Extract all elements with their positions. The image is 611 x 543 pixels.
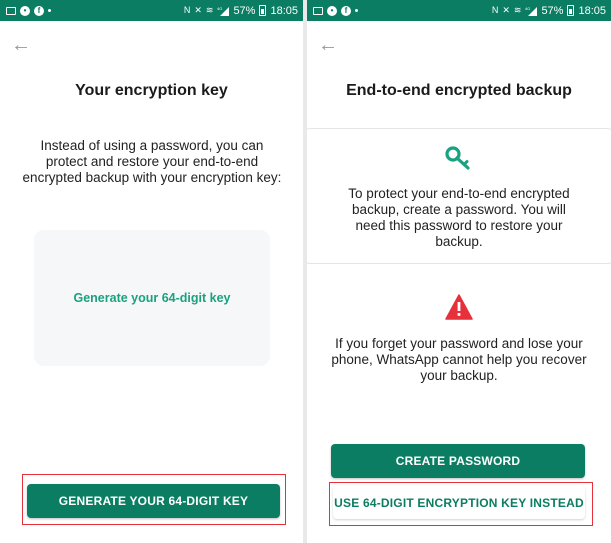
use-encryption-key-button[interactable]: USE 64-DIGIT ENCRYPTION KEY INSTEAD: [333, 486, 585, 519]
facebook-notification-icon: f: [34, 5, 44, 16]
status-bar-left: • f: [6, 5, 51, 16]
encryption-key-screen: • f N ✕ ≋ 4G 57% 18:05 ← Your encryption…: [0, 0, 303, 543]
status-bar-right: N ✕ ≋ 4G 57% 18:05: [492, 5, 606, 17]
facebook-notification-icon: f: [341, 5, 351, 16]
more-notifications-icon: [355, 9, 358, 12]
page-title: Your encryption key: [75, 82, 228, 99]
battery-percentage: 57%: [233, 4, 256, 17]
network-type-label: 4G: [217, 6, 222, 11]
create-password-button[interactable]: CREATE PASSWORD: [331, 444, 585, 478]
encryption-key-description: Instead of using a password, you can pro…: [22, 138, 282, 185]
warning-icon: [445, 294, 473, 320]
wifi-icon: ≋: [205, 5, 214, 15]
generate-key-link[interactable]: Generate your 64-digit key: [73, 291, 230, 305]
nfc-icon: N: [491, 5, 499, 15]
status-bar-right: N ✕ ≋ 4G 57% 18:05: [184, 5, 298, 17]
arrow-left-icon: ←: [318, 34, 338, 56]
nfc-icon: N: [183, 5, 191, 15]
mute-icon: ✕: [194, 5, 202, 15]
message-notification-icon: •: [20, 5, 30, 16]
network-type-label: 4G: [525, 6, 530, 11]
mute-icon: ✕: [502, 5, 510, 15]
battery-icon: [567, 5, 575, 16]
back-button[interactable]: ←: [317, 34, 339, 56]
encrypted-backup-screen: • f N ✕ ≋ 4G 57% 18:05 ← End-to-end encr…: [307, 0, 611, 543]
clock: 18:05: [578, 4, 606, 17]
clock: 18:05: [270, 4, 298, 17]
gallery-notification-icon: [313, 6, 323, 15]
key-icon: [445, 146, 470, 170]
battery-percentage: 57%: [541, 4, 564, 17]
generate-key-button[interactable]: GENERATE YOUR 64-DIGIT KEY: [27, 484, 280, 518]
warning-text: If you forget your password and lose you…: [331, 336, 587, 383]
signal-icon: 4G: [525, 6, 538, 16]
message-notification-icon: •: [327, 5, 337, 16]
password-info-text: To protect your end-to-end encrypted bac…: [348, 186, 570, 249]
screenshot-comparison: • f N ✕ ≋ 4G 57% 18:05 ← Your encryption…: [0, 0, 611, 543]
gallery-notification-icon: [6, 6, 16, 15]
key-display-box: Generate your 64-digit key: [34, 230, 270, 366]
page-title: End-to-end encrypted backup: [346, 82, 572, 99]
status-bar: • f N ✕ ≋ 4G 57% 18:05: [307, 0, 611, 21]
status-bar: • f N ✕ ≋ 4G 57% 18:05: [0, 0, 303, 21]
back-button[interactable]: ←: [10, 34, 32, 56]
wifi-icon: ≋: [513, 5, 522, 15]
arrow-left-icon: ←: [11, 34, 31, 56]
status-bar-left: • f: [313, 5, 358, 16]
battery-icon: [259, 5, 267, 16]
more-notifications-icon: [48, 9, 51, 12]
signal-icon: 4G: [217, 6, 230, 16]
